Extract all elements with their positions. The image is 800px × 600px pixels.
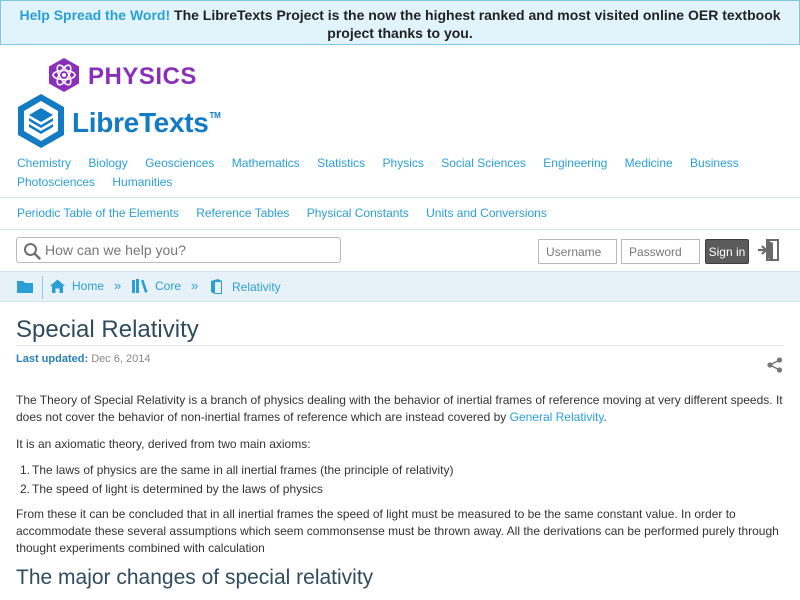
page-title: Special Relativity — [16, 316, 199, 343]
breadcrumb-current[interactable]: Relativity — [210, 279, 281, 294]
reference-link[interactable]: Units and Conversions — [426, 206, 547, 220]
title-divider — [16, 345, 784, 346]
breadcrumb-home-label: Home — [72, 279, 105, 293]
subject-link[interactable]: Statistics — [317, 154, 365, 173]
books-icon — [132, 279, 148, 293]
breadcrumb-separator: » — [114, 278, 122, 293]
intro-paragraph: The Theory of Special Relativity is a br… — [16, 393, 783, 424]
home-icon — [50, 279, 65, 293]
library-name: PHYSICS — [88, 63, 197, 90]
search-input[interactable] — [45, 240, 335, 260]
subject-link[interactable]: Medicine — [625, 154, 673, 173]
breadcrumb: Home » Core » Relativity — [0, 271, 800, 302]
reference-nav: Periodic Table of the Elements Reference… — [17, 206, 561, 220]
announcement-banner: Help Spread the Word! The LibreTexts Pro… — [0, 0, 800, 45]
last-updated-date: Dec 6, 2014 — [91, 353, 151, 365]
subject-link[interactable]: Business — [690, 154, 739, 173]
breadcrumb-divider — [42, 276, 43, 299]
divider — [0, 229, 800, 230]
site-logo[interactable]: PHYSICS LibreTextsTM — [16, 55, 236, 150]
breadcrumb-core-label: Core — [155, 279, 182, 293]
subject-link[interactable]: Photosciences — [17, 173, 95, 192]
axioms-intro: It is an axiomatic theory, derived from … — [16, 437, 311, 451]
section-heading: The major changes of special relativity — [16, 566, 374, 589]
folder-icon[interactable] — [16, 279, 34, 294]
subject-link[interactable]: Physics — [383, 154, 424, 173]
subject-link[interactable]: Humanities — [112, 173, 172, 192]
axioms-list: 1. The laws of physics are the same in al… — [16, 461, 454, 499]
trademark: TM — [209, 111, 221, 120]
search-icon[interactable] — [23, 242, 41, 260]
list-item: 2. The speed of light is determined by th… — [20, 482, 323, 496]
subject-nav: Chemistry Biology Geosciences Mathematic… — [17, 154, 787, 192]
reference-link[interactable]: Reference Tables — [196, 206, 289, 220]
sign-in-button[interactable]: Sign in — [705, 239, 749, 264]
book-icon — [211, 279, 222, 294]
reference-link[interactable]: Physical Constants — [307, 206, 409, 220]
banner-text: The LibreTexts Project is the now the hi… — [170, 7, 781, 41]
atom-icon — [49, 58, 79, 92]
reference-link[interactable]: Periodic Table of the Elements — [17, 206, 179, 220]
subject-link[interactable]: Mathematics — [232, 154, 300, 173]
username-field[interactable] — [538, 239, 617, 264]
list-item: 1. The laws of physics are the same in al… — [20, 463, 454, 477]
divider — [0, 197, 800, 198]
brand-name: LibreTextsTM — [72, 107, 221, 138]
login-icon[interactable] — [757, 238, 781, 262]
breadcrumb-current-label: Relativity — [232, 279, 281, 294]
last-updated: Last updated: Dec 6, 2014 — [16, 353, 151, 365]
breadcrumb-separator: » — [191, 278, 199, 293]
subject-link[interactable]: Chemistry — [17, 154, 71, 173]
subject-link[interactable]: Social Sciences — [441, 154, 526, 173]
subject-link[interactable]: Engineering — [543, 154, 607, 173]
conclusion-paragraph: From these it can be concluded that in a… — [16, 507, 779, 555]
share-icon[interactable] — [767, 357, 783, 373]
subject-link[interactable]: Geosciences — [145, 154, 214, 173]
password-field[interactable] — [621, 239, 700, 264]
subject-link[interactable]: Biology — [88, 154, 127, 173]
libretexts-mark-icon — [18, 94, 64, 148]
last-updated-label: Last updated: — [16, 353, 89, 365]
breadcrumb-core[interactable]: Core — [132, 279, 181, 293]
banner-highlight[interactable]: Help Spread the Word! — [19, 7, 170, 23]
search-box — [16, 237, 341, 263]
general-relativity-link[interactable]: General Relativity — [510, 410, 604, 424]
breadcrumb-home[interactable]: Home — [50, 279, 104, 293]
